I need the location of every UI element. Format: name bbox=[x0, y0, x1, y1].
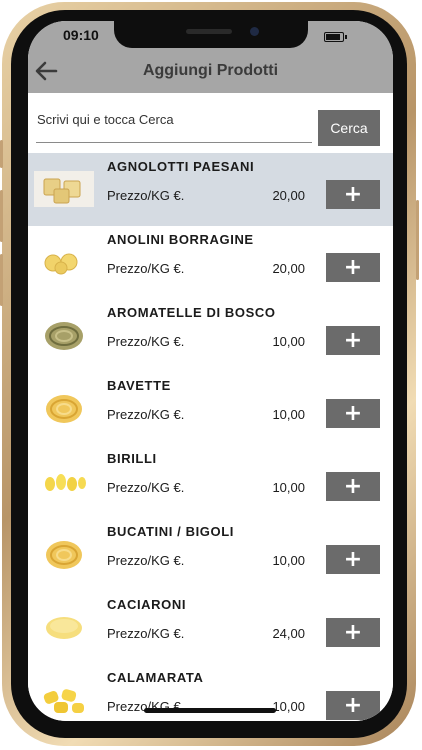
status-time: 09:10 bbox=[63, 27, 99, 43]
volume-up-button bbox=[0, 190, 3, 242]
add-product-button[interactable]: + bbox=[326, 326, 380, 355]
notch bbox=[114, 21, 308, 48]
product-name: BUCATINI / BIGOLI bbox=[107, 524, 234, 539]
product-name: BIRILLI bbox=[107, 451, 157, 466]
search-bar: Cerca bbox=[28, 93, 393, 153]
power-button bbox=[416, 200, 419, 280]
product-name: ANOLINI BORRAGINE bbox=[107, 232, 254, 247]
home-indicator[interactable] bbox=[144, 708, 276, 713]
product-image bbox=[34, 609, 94, 645]
product-image bbox=[34, 317, 94, 353]
search-input[interactable] bbox=[36, 97, 312, 143]
price-label: Prezzo/KG €. bbox=[107, 261, 185, 276]
product-name: AROMATELLE DI BOSCO bbox=[107, 305, 276, 320]
product-name: BAVETTE bbox=[107, 378, 171, 393]
add-product-button[interactable]: + bbox=[326, 472, 380, 501]
add-product-button[interactable]: + bbox=[326, 253, 380, 282]
price-label: Prezzo/KG €. bbox=[107, 626, 185, 641]
add-product-button[interactable]: + bbox=[326, 545, 380, 574]
price-label: Prezzo/KG €. bbox=[107, 407, 185, 422]
product-image bbox=[34, 536, 94, 572]
search-button[interactable]: Cerca bbox=[318, 110, 380, 146]
speaker-grille bbox=[186, 29, 232, 34]
product-price: 10,00 bbox=[272, 553, 305, 568]
battery-icon bbox=[324, 32, 347, 42]
product-price: 10,00 bbox=[272, 699, 305, 714]
product-name: CACIARONI bbox=[107, 597, 187, 612]
price-label: Prezzo/KG €. bbox=[107, 553, 185, 568]
app-bar: Aggiungi Prodotti bbox=[28, 53, 393, 93]
add-product-button[interactable]: + bbox=[326, 691, 380, 720]
product-name: CALAMARATA bbox=[107, 670, 204, 685]
product-price: 24,00 bbox=[272, 626, 305, 641]
volume-down-button bbox=[0, 254, 3, 306]
product-row[interactable]: BAVETTE Prezzo/KG €. 10,00 + bbox=[28, 372, 393, 445]
product-image bbox=[34, 244, 94, 280]
add-product-button[interactable]: + bbox=[326, 618, 380, 647]
product-row[interactable]: CACIARONI Prezzo/KG €. 24,00 + bbox=[28, 591, 393, 664]
product-price: 10,00 bbox=[272, 480, 305, 495]
add-product-button[interactable]: + bbox=[326, 399, 380, 428]
price-label: Prezzo/KG €. bbox=[107, 480, 185, 495]
product-image bbox=[34, 171, 94, 207]
product-price: 20,00 bbox=[272, 188, 305, 203]
page-title: Aggiungi Prodotti bbox=[142, 62, 279, 79]
product-row[interactable]: BIRILLI Prezzo/KG €. 10,00 + bbox=[28, 445, 393, 518]
mute-switch bbox=[0, 140, 3, 168]
status-bar: 09:10 bbox=[28, 21, 393, 53]
product-image bbox=[34, 463, 94, 499]
product-price: 10,00 bbox=[272, 407, 305, 422]
product-image bbox=[34, 682, 94, 718]
price-label: Prezzo/KG €. bbox=[107, 188, 185, 203]
product-row[interactable]: AGNOLOTTI PAESANI Prezzo/KG €. 20,00 + bbox=[28, 153, 393, 226]
product-list[interactable]: AGNOLOTTI PAESANI Prezzo/KG €. 20,00 + ANOLI… bbox=[28, 153, 393, 721]
product-row[interactable]: ANOLINI BORRAGINE Prezzo/KG €. 20,00 + bbox=[28, 226, 393, 299]
front-camera-icon bbox=[250, 27, 259, 36]
product-row[interactable]: AROMATELLE DI BOSCO Prezzo/KG €. 10,00 + bbox=[28, 299, 393, 372]
product-image bbox=[34, 390, 94, 426]
app-screen: 09:10 Aggiungi Prodotti Cerca AGNOLOTTI … bbox=[28, 21, 393, 721]
add-product-button[interactable]: + bbox=[326, 180, 380, 209]
product-name: AGNOLOTTI PAESANI bbox=[107, 159, 255, 174]
product-row[interactable]: BUCATINI / BIGOLI Prezzo/KG €. 10,00 + bbox=[28, 518, 393, 591]
product-price: 10,00 bbox=[272, 334, 305, 349]
price-label: Prezzo/KG €. bbox=[107, 334, 185, 349]
product-price: 20,00 bbox=[272, 261, 305, 276]
